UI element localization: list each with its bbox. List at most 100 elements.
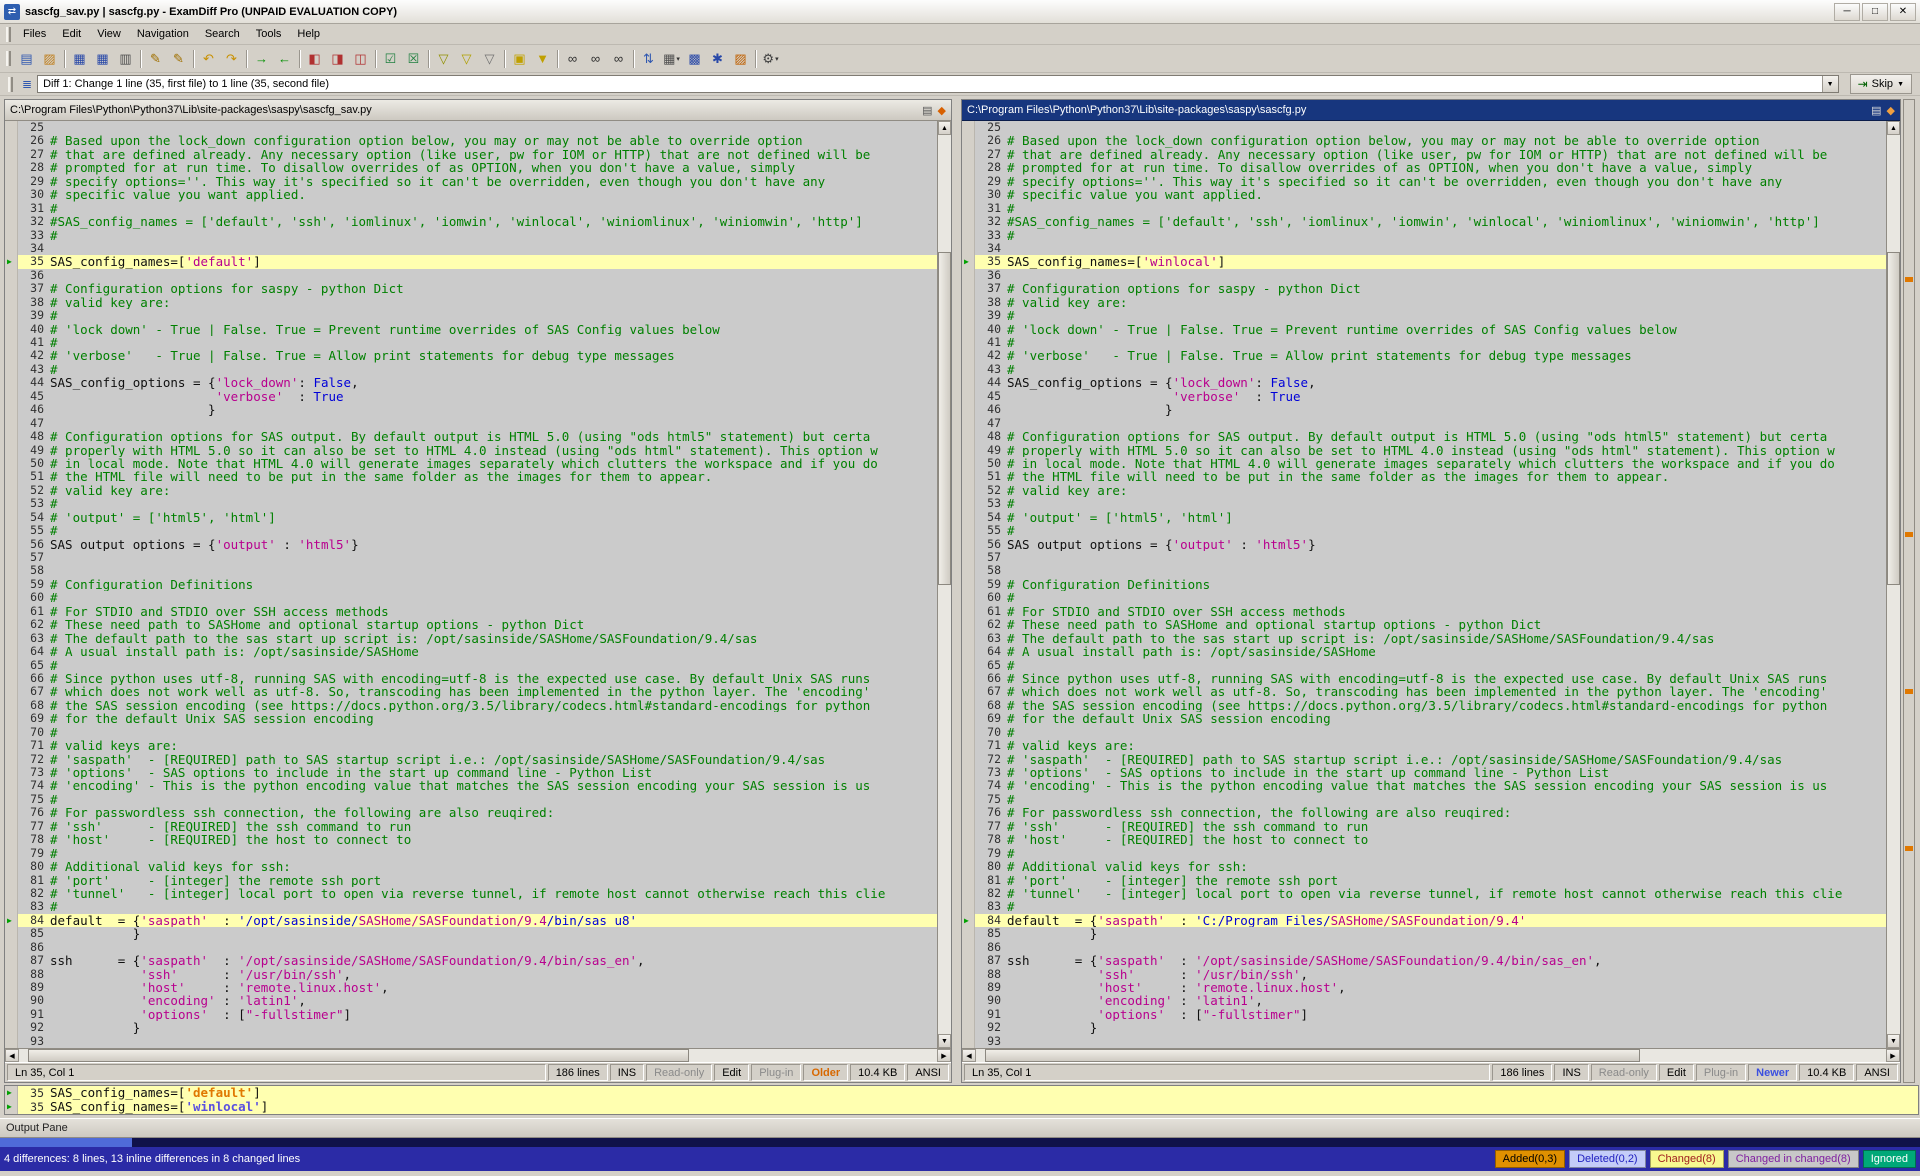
code-line[interactable]: 32#SAS_config_names = ['default', 'ssh',… <box>962 215 1886 228</box>
redo-icon[interactable]: ↷ <box>220 48 243 70</box>
code-line[interactable]: 62# These need path to SASHome and optio… <box>5 618 937 631</box>
filter-options-icon[interactable]: ▽ <box>478 48 501 70</box>
diff-map-mark[interactable] <box>1905 277 1913 282</box>
code-line[interactable]: 47 <box>962 417 1886 430</box>
code-line[interactable]: 71# valid keys are: <box>962 739 1886 752</box>
right-hot-icon[interactable]: ◆ <box>1887 104 1895 117</box>
code-line[interactable]: 47 <box>5 417 937 430</box>
code-line[interactable]: 90 'encoding' : 'latin1', <box>962 994 1886 1007</box>
code-line[interactable]: 63# The default path to the sas start up… <box>962 632 1886 645</box>
code-line[interactable]: 50# in local mode. Note that HTML 4.0 wi… <box>5 457 937 470</box>
code-line[interactable]: 88 'ssh' : '/usr/bin/ssh', <box>962 968 1886 981</box>
scroll-down-icon[interactable]: ▼ <box>938 1034 951 1048</box>
code-line[interactable]: 64# A usual install path is: /opt/sasins… <box>5 645 937 658</box>
code-line[interactable]: 44SAS_config_options = {'lock_down': Fal… <box>962 376 1886 389</box>
sync-scroll-icon[interactable]: ⇅ <box>637 48 660 70</box>
filter-icon[interactable]: ▽ <box>432 48 455 70</box>
code-line[interactable]: 79# <box>962 847 1886 860</box>
code-line[interactable]: 91 'options' : ["-fullstimer"] <box>962 1008 1886 1021</box>
code-line[interactable]: 77# 'ssh' - [REQUIRED] the ssh command t… <box>962 820 1886 833</box>
undo-icon[interactable]: ↶ <box>197 48 220 70</box>
show-both-panes-icon[interactable]: ◫ <box>349 48 372 70</box>
copy-down-icon[interactable]: ▼ <box>531 48 554 70</box>
code-line[interactable]: 50# in local mode. Note that HTML 4.0 wi… <box>962 457 1886 470</box>
code-line[interactable]: 44SAS_config_options = {'lock_down': Fal… <box>5 376 937 389</box>
code-line[interactable]: 38# valid key are: <box>962 296 1886 309</box>
code-line[interactable]: 25 <box>962 121 1886 134</box>
code-line[interactable]: 65# <box>962 659 1886 672</box>
skip-dropdown-icon[interactable]: ▼ <box>1897 81 1904 88</box>
menu-navigation[interactable]: Navigation <box>129 26 197 42</box>
code-line[interactable]: 93 <box>962 1035 1886 1048</box>
code-line[interactable]: ▶84default = {'saspath' : '/opt/sasinsid… <box>5 914 937 927</box>
code-line[interactable]: 43# <box>962 363 1886 376</box>
code-line[interactable]: 75# <box>962 793 1886 806</box>
code-line[interactable]: ▶35SAS_config_names=['winlocal'] <box>962 255 1886 268</box>
print-icon[interactable]: ▥ <box>114 48 137 70</box>
right-hscroll-thumb[interactable] <box>985 1049 1640 1062</box>
code-line[interactable]: 26# Based upon the lock_down configurati… <box>962 134 1886 147</box>
code-line[interactable]: 38# valid key are: <box>5 296 937 309</box>
code-line[interactable]: 27# that are defined already. Any necess… <box>5 148 937 161</box>
menu-files[interactable]: Files <box>15 26 54 42</box>
save-first-icon[interactable]: ▦ <box>68 48 91 70</box>
code-line[interactable]: 93 <box>5 1035 937 1048</box>
show-second-pane-icon[interactable]: ◨ <box>326 48 349 70</box>
code-line[interactable]: 73# 'options' - SAS options to include i… <box>962 766 1886 779</box>
code-line[interactable]: 80# Additional valid keys for ssh: <box>962 860 1886 873</box>
scroll-down-icon[interactable]: ▼ <box>1887 1034 1900 1048</box>
code-line[interactable]: 41# <box>5 336 937 349</box>
right-pane-header[interactable]: C:\Program Files\Python\Python37\Lib\sit… <box>962 100 1900 121</box>
diff-map-mark[interactable] <box>1905 846 1913 851</box>
code-line[interactable]: 52# valid key are: <box>5 484 937 497</box>
code-line[interactable]: 39# <box>5 309 937 322</box>
code-line[interactable]: 76# For passwordless ssh connection, the… <box>962 806 1886 819</box>
code-line[interactable]: 75# <box>5 793 937 806</box>
code-line[interactable]: 45 'verbose' : True <box>5 390 937 403</box>
show-differences-icon[interactable]: ☒ <box>402 48 425 70</box>
code-line[interactable]: 33# <box>5 229 937 242</box>
left-vertical-scrollbar[interactable]: ▲ ▼ <box>937 121 951 1048</box>
diff-map-mark[interactable] <box>1905 532 1913 537</box>
code-line[interactable]: 58 <box>5 564 937 577</box>
code-line[interactable]: 90 'encoding' : 'latin1', <box>5 994 937 1007</box>
close-button[interactable]: ✕ <box>1890 3 1916 21</box>
code-line[interactable]: 88 'ssh' : '/usr/bin/ssh', <box>5 968 937 981</box>
code-line[interactable]: 28# prompted for at run time. To disallo… <box>962 161 1886 174</box>
code-line[interactable]: 55# <box>962 524 1886 537</box>
code-line[interactable]: 87ssh = {'saspath' : '/opt/sasinside/SAS… <box>5 954 937 967</box>
code-line[interactable]: 72# 'saspath' - [REQUIRED] path to SAS s… <box>5 753 937 766</box>
find-icon[interactable]: ∞ <box>561 48 584 70</box>
code-line[interactable]: 67# which does not work well as utf-8. S… <box>962 685 1886 698</box>
plugins-icon[interactable]: ✱ <box>706 48 729 70</box>
code-line[interactable]: 57 <box>5 551 937 564</box>
code-line[interactable]: 65# <box>5 659 937 672</box>
left-print-icon[interactable]: ▤ <box>922 104 932 117</box>
view-mode-icon[interactable]: ▦▾ <box>660 48 683 70</box>
code-line[interactable]: 29# specify options=''. This way it's sp… <box>962 175 1886 188</box>
code-line[interactable]: 57 <box>962 551 1886 564</box>
code-line[interactable]: 92 } <box>962 1021 1886 1034</box>
code-line[interactable]: 79# <box>5 847 937 860</box>
toolbar-grip[interactable] <box>6 51 11 66</box>
next-diff-icon[interactable]: → <box>250 48 273 70</box>
code-line[interactable]: 86 <box>5 941 937 954</box>
left-vscroll-thumb[interactable] <box>938 252 951 585</box>
menu-grip[interactable] <box>6 27 11 42</box>
code-line[interactable]: 34 <box>962 242 1886 255</box>
code-line[interactable]: 39# <box>962 309 1886 322</box>
code-line[interactable]: 46 } <box>5 403 937 416</box>
menu-edit[interactable]: Edit <box>54 26 89 42</box>
code-line[interactable]: 37# Configuration options for saspy - py… <box>5 282 937 295</box>
save-second-icon[interactable]: ▦ <box>91 48 114 70</box>
diff-overview-map[interactable] <box>1903 99 1915 1083</box>
code-line[interactable]: 83# <box>962 900 1886 913</box>
code-line[interactable]: 91 'options' : ["-fullstimer"] <box>5 1008 937 1021</box>
show-first-pane-icon[interactable]: ◧ <box>303 48 326 70</box>
code-line[interactable]: 51# the HTML file will need to be put in… <box>5 470 937 483</box>
code-line[interactable]: 36 <box>962 269 1886 282</box>
code-line[interactable]: 48# Configuration options for SAS output… <box>962 430 1886 443</box>
code-line[interactable]: 82# 'tunnel' - [integer] local port to o… <box>5 887 937 900</box>
code-line[interactable]: 48# Configuration options for SAS output… <box>5 430 937 443</box>
code-line[interactable]: 59# Configuration Definitions <box>962 578 1886 591</box>
